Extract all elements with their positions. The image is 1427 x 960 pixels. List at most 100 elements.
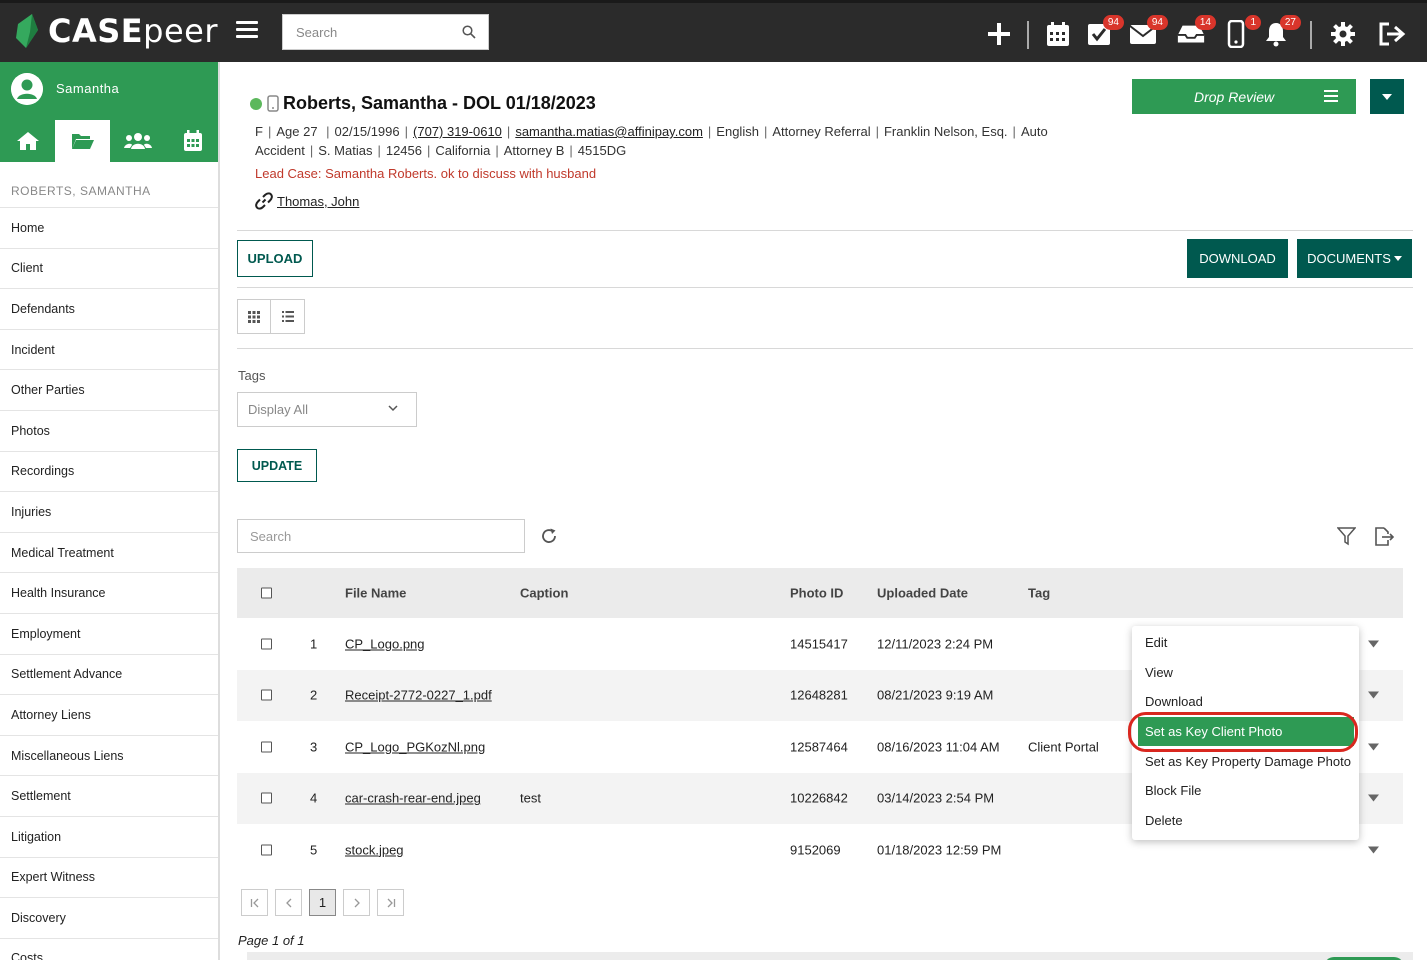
sidebar-item-attorney-liens[interactable]: Attorney Liens — [0, 695, 218, 736]
menu-item-set-as-key-property-damage-photo[interactable]: Set as Key Property Damage Photo — [1132, 747, 1359, 776]
client-phone-link[interactable]: (707) 319-0610 — [413, 124, 502, 139]
case-sidebar: Samantha ROBERTS, SAMANTHA Home Client Def… — [0, 62, 220, 960]
menu-item-block-file[interactable]: Block File — [1132, 776, 1359, 805]
file-name-link[interactable]: car-crash-rear-end.jpeg — [345, 791, 481, 806]
user-avatar-icon[interactable] — [11, 73, 43, 105]
sidebar-item-discovery[interactable]: Discovery — [0, 898, 218, 939]
casepeer-logo[interactable]: CASEpeer — [14, 12, 218, 50]
lead-case-note: Lead Case: Samantha Roberts. ok to discu… — [255, 166, 597, 181]
sidebar-item-injuries[interactable]: Injuries — [0, 492, 218, 533]
list-view-button[interactable] — [271, 300, 304, 333]
file-name-link[interactable]: CP_Logo.png — [345, 636, 425, 651]
menu-item-download[interactable]: Download — [1132, 687, 1359, 716]
sidebar-item-expert-witness[interactable]: Expert Witness — [0, 858, 218, 899]
mobile-phone-icon — [267, 95, 279, 112]
tasks-icon[interactable]: 94 — [1084, 15, 1124, 49]
drop-review-button[interactable]: Drop Review — [1132, 79, 1356, 114]
select-all-checkbox[interactable] — [261, 587, 272, 599]
page-number-button[interactable]: 1 — [309, 889, 336, 916]
sidebar-item-client[interactable]: Client — [0, 249, 218, 290]
sidebar-item-recordings[interactable]: Recordings — [0, 452, 218, 493]
documents-dropdown-button[interactable]: DOCUMENTS — [1297, 239, 1412, 278]
cell-num: 1 — [310, 636, 318, 652]
row-actions-caret-icon[interactable] — [1368, 640, 1379, 648]
sidebar-item-incident[interactable]: Incident — [0, 330, 218, 371]
header-caption[interactable]: Caption — [520, 586, 568, 601]
header-tag[interactable]: Tag — [1028, 586, 1050, 601]
header-uploaded-date[interactable]: Uploaded Date — [877, 586, 968, 601]
filter-icon[interactable] — [1337, 527, 1356, 546]
settings-gear-icon[interactable] — [1328, 19, 1358, 49]
file-name-link[interactable]: stock.jpeg — [345, 842, 404, 857]
sidebar-item-defendants[interactable]: Defendants — [0, 289, 218, 330]
search-icon[interactable] — [462, 25, 476, 39]
first-page-button[interactable] — [241, 889, 268, 916]
row-actions-caret-icon[interactable] — [1368, 846, 1379, 854]
cell-num: 2 — [310, 687, 318, 703]
cell-uploaded: 08/21/2023 9:19 AM — [877, 687, 994, 703]
export-icon[interactable] — [1373, 525, 1395, 547]
last-page-button[interactable] — [377, 889, 404, 916]
first-page-icon — [250, 898, 258, 907]
row-checkbox[interactable] — [261, 638, 272, 650]
cell-photo-id: 12587464 — [790, 739, 848, 755]
sidebar-item-costs[interactable]: Costs — [0, 939, 218, 960]
sidebar-item-settlement-advance[interactable]: Settlement Advance — [0, 655, 218, 696]
row-checkbox[interactable] — [261, 741, 272, 753]
row-checkbox[interactable] — [261, 844, 272, 856]
next-page-button[interactable] — [343, 889, 370, 916]
sidebar-item-photos[interactable]: Photos — [0, 411, 218, 452]
sidebar-item-other-parties[interactable]: Other Parties — [0, 370, 218, 411]
calendar-icon — [183, 130, 202, 151]
notifications-bell-icon[interactable]: 27 — [1261, 15, 1301, 49]
tab-contacts[interactable] — [110, 120, 165, 162]
calendar-icon[interactable] — [1043, 19, 1073, 49]
header-photo-id[interactable]: Photo ID — [790, 586, 843, 601]
sidebar-item-health-insurance[interactable]: Health Insurance — [0, 573, 218, 614]
client-email-link[interactable]: samantha.matias@affinipay.com — [515, 124, 703, 139]
row-checkbox[interactable] — [261, 689, 272, 701]
sidebar-item-employment[interactable]: Employment — [0, 614, 218, 655]
prev-page-button[interactable] — [275, 889, 302, 916]
sidebar-item-home[interactable]: Home — [0, 208, 218, 249]
add-icon[interactable] — [984, 19, 1014, 49]
global-search-input[interactable] — [283, 15, 453, 49]
header-file-name[interactable]: File Name — [345, 586, 406, 601]
sidebar-nav-list: Home Client Defendants Incident Other Partie… — [0, 208, 218, 960]
refresh-icon[interactable] — [540, 527, 558, 545]
menu-item-delete[interactable]: Delete — [1132, 806, 1359, 835]
mail-icon[interactable]: 94 — [1128, 15, 1168, 49]
last-page-icon — [387, 898, 395, 907]
update-button[interactable]: UPDATE — [237, 449, 317, 482]
tags-select[interactable]: Display All — [237, 392, 417, 427]
phone-icon[interactable]: 1 — [1221, 15, 1261, 49]
logout-icon[interactable] — [1377, 19, 1407, 49]
drop-review-caret-button[interactable] — [1370, 79, 1404, 114]
menu-item-set-as-key-client-photo[interactable]: Set as Key Client Photo — [1138, 717, 1354, 746]
tab-home[interactable] — [0, 120, 55, 162]
row-actions-caret-icon[interactable] — [1368, 794, 1379, 802]
sidebar-item-settlement[interactable]: Settlement — [0, 776, 218, 817]
inbox-icon[interactable]: 14 — [1176, 15, 1216, 49]
row-actions-caret-icon[interactable] — [1368, 691, 1379, 699]
upload-button[interactable]: UPLOAD — [237, 240, 313, 277]
row-actions-caret-icon[interactable] — [1368, 743, 1379, 751]
main-menu-icon[interactable] — [236, 21, 258, 41]
tab-calendar[interactable] — [165, 120, 220, 162]
sidebar-item-miscellaneous-liens[interactable]: Miscellaneous Liens — [0, 736, 218, 777]
file-name-link[interactable]: Receipt-2772-0227_1.pdf — [345, 688, 492, 703]
mail-count-badge: 94 — [1146, 15, 1168, 30]
file-name-link[interactable]: CP_Logo_PGKozNl.png — [345, 739, 485, 754]
sidebar-item-litigation[interactable]: Litigation — [0, 817, 218, 858]
grid-search-input[interactable] — [238, 520, 518, 552]
linked-case-link[interactable]: Thomas, John — [277, 194, 359, 209]
menu-item-view[interactable]: View — [1132, 658, 1359, 687]
notifications-count-badge: 27 — [1279, 15, 1301, 30]
menu-item-edit[interactable]: Edit — [1132, 628, 1359, 657]
tab-cases[interactable] — [55, 120, 110, 162]
download-button[interactable]: DOWNLOAD — [1187, 239, 1288, 278]
grid-view-button[interactable] — [238, 300, 272, 333]
sidebar-item-medical-treatment[interactable]: Medical Treatment — [0, 533, 218, 574]
row-checkbox[interactable] — [261, 792, 272, 804]
global-search — [282, 14, 489, 50]
